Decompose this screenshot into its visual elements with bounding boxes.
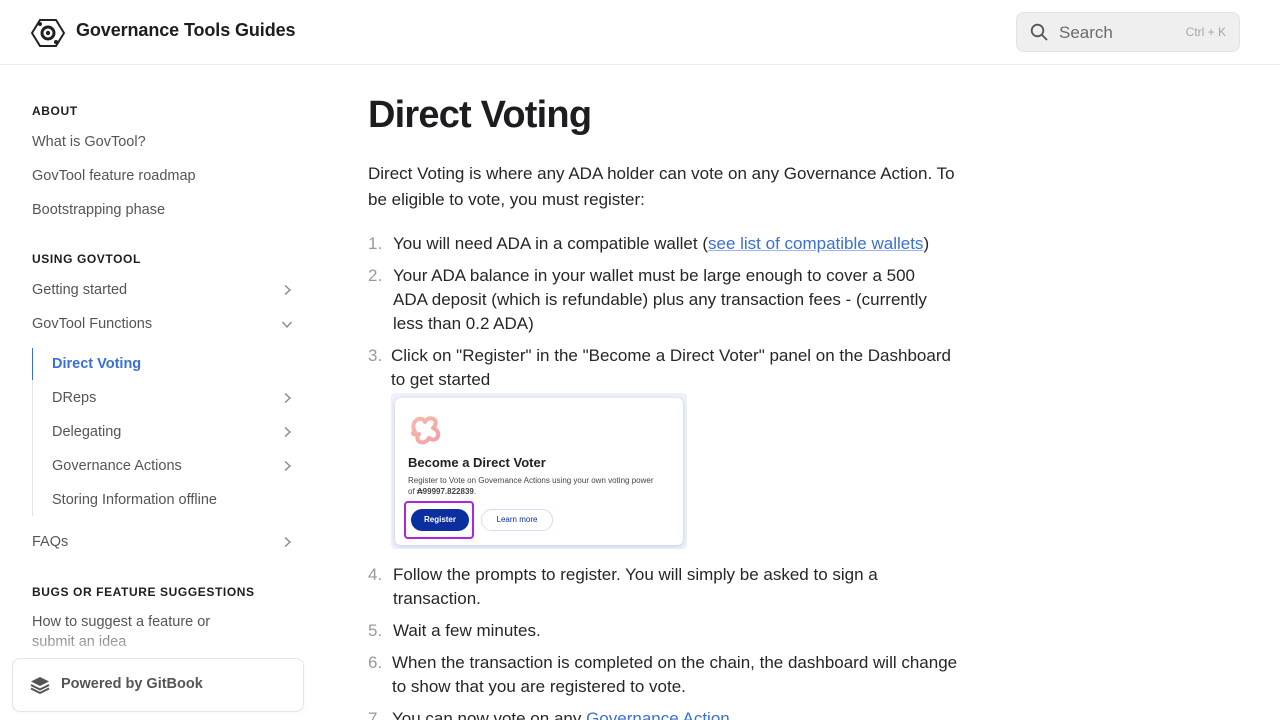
chevron-right-icon[interactable] [280, 391, 294, 405]
gitbook-logo-icon [30, 677, 50, 694]
chevron-right-icon[interactable] [280, 459, 294, 473]
sidebar: ABOUT What is GovTool? GovTool feature r… [0, 65, 320, 720]
sidebar-item-label: GovTool Functions [32, 316, 153, 332]
chevron-right-icon[interactable] [280, 425, 294, 439]
sidebar-item-governance-actions[interactable]: Governance Actions [52, 451, 300, 481]
governance-action-link[interactable]: Governance Action [586, 709, 730, 720]
search-shortcut: Ctrl + K [1185, 25, 1226, 39]
step-text: You will need ADA in a compatible wallet… [393, 234, 708, 253]
step-4: Follow the prompts to register. You will… [393, 565, 878, 608]
compatible-wallets-link[interactable]: see list of compatible wallets [708, 234, 923, 253]
step-number: 1. [368, 234, 383, 253]
ada-amount: ₳99997.822839 [416, 487, 474, 496]
intro-paragraph: Direct Voting is where any ADA holder ca… [368, 164, 955, 209]
sidebar-section-bugs-or-feature-suggestions: BUGS OR FEATURE SUGGESTIONS [32, 585, 255, 599]
step-number: 6. [368, 653, 383, 672]
card-title: Become a Direct Voter [408, 455, 546, 470]
card-description: Register to Vote on Governance Actions u… [408, 475, 676, 497]
step-number: 5. [368, 621, 383, 640]
sidebar-item-getting-started[interactable]: Getting started [32, 275, 300, 305]
sidebar-item-label: DReps [52, 390, 97, 406]
step-1: You will need ADA in a compatible wallet… [393, 232, 968, 256]
sidebar-section-using-govtool: USING GOVTOOL [32, 252, 141, 266]
powered-by-gitbook-link[interactable]: Powered by GitBook [12, 658, 304, 712]
sidebar-item-label: FAQs [32, 534, 69, 550]
sidebar-item-faqs[interactable]: FAQs [32, 527, 300, 557]
step-3: Click on "Register" in the "Become a Dir… [391, 346, 951, 389]
step-text: You can now vote on any [392, 709, 587, 720]
sidebar-section-about: ABOUT [32, 104, 78, 118]
step-2: Your ADA balance in your wallet must be … [393, 266, 927, 333]
sidebar-item-label: Delegating [52, 424, 122, 440]
page-title: Direct Voting [368, 94, 592, 136]
register-button: Register [411, 509, 469, 531]
step-number: 2. [368, 266, 383, 285]
step-number: 7. [368, 709, 383, 720]
sidebar-item-what-is-govtool[interactable]: What is GovTool? [32, 127, 300, 157]
sidebar-item-label: Getting started [32, 282, 128, 298]
govtool-emblem-icon [410, 416, 441, 445]
step-5: Wait a few minutes. [393, 621, 541, 640]
sidebar-item-direct-voting[interactable]: Direct Voting [52, 349, 300, 379]
search-label: Search [1059, 23, 1113, 42]
top-header: Governance Tools Guides Search Ctrl + K [0, 0, 1280, 65]
direct-voter-card: Become a Direct Voter Register to Vote o… [395, 398, 683, 545]
become-direct-voter-screenshot: Become a Direct Voter Register to Vote o… [391, 393, 687, 549]
chevron-down-icon[interactable] [280, 317, 294, 331]
main-content: Direct Voting Direct Voting is where any… [368, 65, 968, 720]
sidebar-item-govtool-functions[interactable]: GovTool Functions [32, 309, 300, 339]
sidebar-item-label: Governance Actions [52, 458, 182, 474]
site-title[interactable]: Governance Tools Guides [76, 20, 296, 41]
chevron-right-icon[interactable] [280, 535, 294, 549]
sidebar-item-delegating[interactable]: Delegating [52, 417, 300, 447]
step-text: ) [923, 234, 930, 253]
sidebar-item-dreps[interactable]: DReps [52, 383, 300, 413]
card-desc-line: Register to Vote on Governance Actions u… [408, 476, 654, 485]
tree-active-indicator [32, 348, 33, 380]
sidebar-item-feature-roadmap[interactable]: GovTool feature roadmap [32, 161, 300, 191]
govtool-logo-icon[interactable] [31, 16, 65, 50]
step-6: When the transaction is completed on the… [392, 653, 958, 696]
sidebar-item-bootstrapping-phase[interactable]: Bootstrapping phase [32, 195, 300, 225]
card-desc-of: of [408, 487, 417, 496]
search-icon [1030, 23, 1048, 41]
learn-more-button: Learn more [481, 509, 553, 531]
card-desc-end: . [473, 487, 477, 496]
search-button[interactable]: Search Ctrl + K [1016, 12, 1240, 52]
step-number: 4. [368, 565, 383, 584]
powered-by-label: Powered by GitBook [61, 676, 203, 692]
chevron-right-icon[interactable] [280, 283, 294, 297]
step-number: 3. [368, 346, 383, 365]
step-7: You can now vote on any Governance Actio… [392, 707, 967, 720]
sidebar-item-storing-information-offline[interactable]: Storing Information offline [52, 485, 300, 515]
